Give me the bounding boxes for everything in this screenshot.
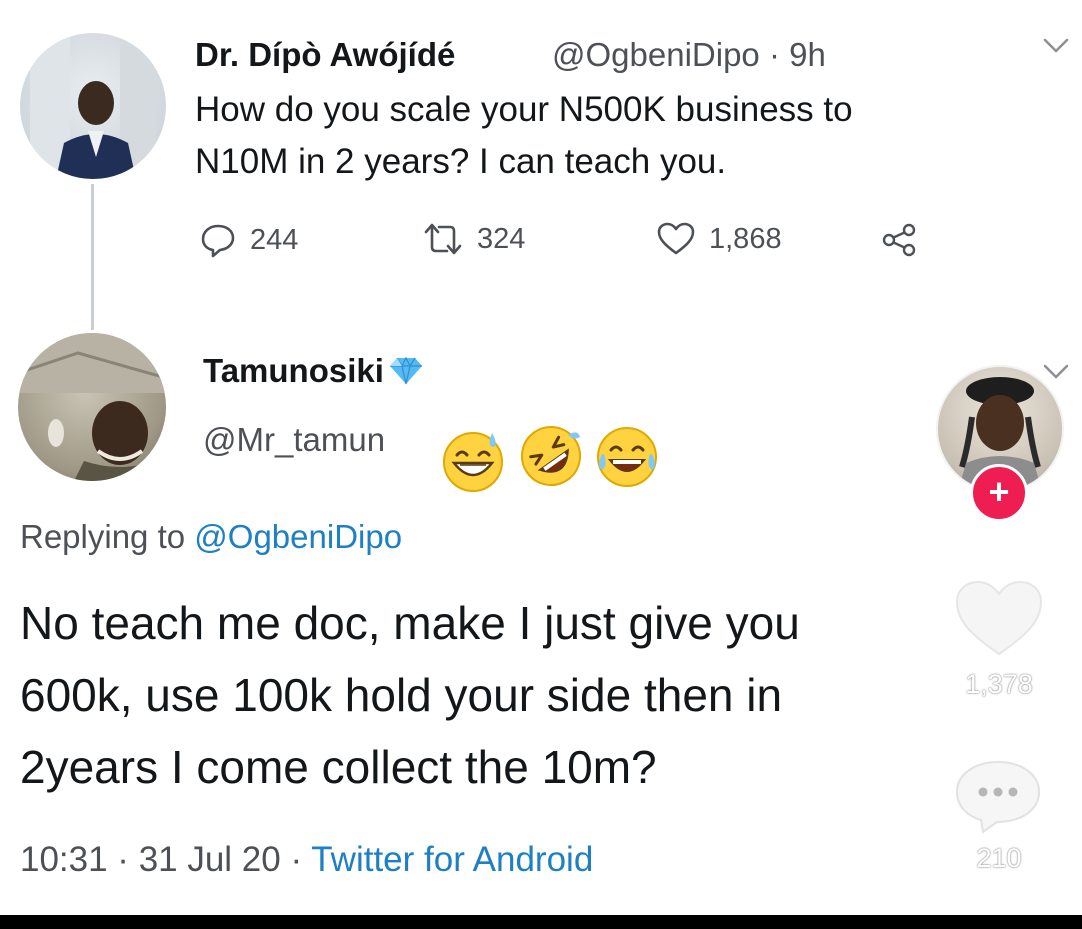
tweet-text: How do you scale your N500K business to … bbox=[195, 84, 1045, 188]
overlay-heart-icon[interactable] bbox=[953, 578, 1045, 658]
avatar-person-icon bbox=[30, 33, 156, 179]
tweet-text-line: No teach me doc, make I just give you bbox=[20, 597, 800, 649]
tears-of-joy-emoji bbox=[597, 427, 657, 487]
speech-bubble-icon bbox=[201, 224, 235, 258]
rolling-laughing-emoji bbox=[521, 426, 581, 486]
replying-mention-link[interactable]: @OgbeniDipo bbox=[194, 518, 402, 555]
share-button[interactable] bbox=[881, 222, 931, 258]
tweet-text-line: 2years I come collect the 10m? bbox=[20, 741, 657, 793]
like-button[interactable]: 1,868 bbox=[657, 222, 782, 256]
replying-label: Replying to bbox=[20, 518, 186, 555]
tweet-timestamp[interactable]: 10:31 · 31 Jul 20 · bbox=[20, 840, 311, 879]
chevron-down-icon[interactable] bbox=[1043, 38, 1069, 54]
overlay-comment-count: 210 bbox=[976, 843, 1022, 873]
overlay-comment-icon[interactable] bbox=[953, 758, 1043, 834]
share-icon bbox=[882, 223, 916, 257]
retweet-count: 324 bbox=[477, 222, 526, 255]
tweet-meta: 10:31 · 31 Jul 20 · Twitter for Android bbox=[20, 840, 593, 880]
retweet-button[interactable]: 324 bbox=[423, 222, 525, 256]
reply-count: 244 bbox=[250, 223, 299, 256]
bottom-bar bbox=[0, 915, 1082, 929]
follow-button[interactable]: + bbox=[970, 464, 1028, 522]
author-handle[interactable]: @Mr_tamun bbox=[203, 421, 385, 459]
author-handle-time[interactable]: @OgbeniDipo · 9h bbox=[552, 36, 826, 74]
avatar-tamunosiki[interactable] bbox=[18, 333, 166, 481]
heart-icon bbox=[657, 222, 695, 255]
tweet-text-line: 600k, use 100k hold your side then in bbox=[20, 669, 783, 721]
blue-diamond-icon bbox=[389, 356, 422, 385]
chevron-down-icon[interactable] bbox=[1043, 364, 1069, 380]
like-count: 1,868 bbox=[709, 222, 782, 255]
avatar-person-icon bbox=[18, 333, 166, 481]
reply-button[interactable]: 244 bbox=[200, 222, 298, 258]
author-name[interactable]: Dr. Dípò Awójídé bbox=[195, 36, 455, 74]
tweet-text: No teach me doc, make I just give you 60… bbox=[20, 587, 1070, 803]
tweet-text-line: N10M in 2 years? I can teach you. bbox=[195, 142, 727, 181]
retweet-icon bbox=[424, 223, 462, 255]
tweet-text-line: How do you scale your N500K business to bbox=[195, 90, 853, 129]
replying-to: Replying to @OgbeniDipo bbox=[20, 518, 402, 556]
overlay-like-count: 1,378 bbox=[965, 669, 1033, 699]
tweet-source-link[interactable]: Twitter for Android bbox=[311, 840, 593, 879]
avatar-dipo[interactable] bbox=[20, 33, 166, 179]
thread-line bbox=[91, 184, 94, 330]
author-name[interactable]: Tamunosiki bbox=[203, 352, 424, 390]
author-name-text: Tamunosiki bbox=[203, 352, 384, 389]
grinning-sweat-emoji bbox=[443, 432, 503, 492]
